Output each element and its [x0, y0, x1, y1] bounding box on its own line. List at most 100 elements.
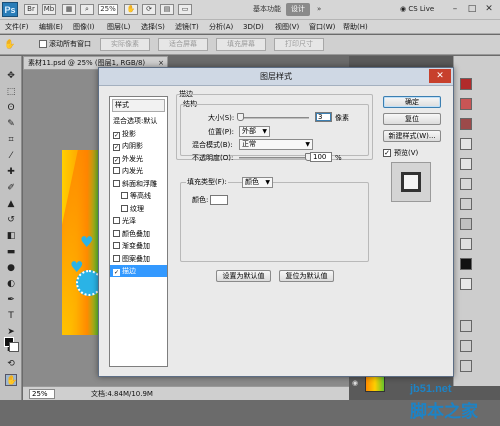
swatch[interactable]: [460, 258, 472, 270]
pen-tool-icon[interactable]: ✒: [5, 294, 17, 306]
bridge-icon[interactable]: Br: [24, 4, 38, 15]
style-item[interactable]: 混合选项:默认: [110, 115, 167, 127]
style-item[interactable]: 等高线: [110, 190, 167, 202]
healing-brush-tool-icon[interactable]: ✚: [5, 166, 17, 178]
rotate-view-icon[interactable]: ⟳: [142, 4, 156, 15]
gradient-tool-icon[interactable]: ▬: [5, 246, 17, 258]
style-checkbox[interactable]: ✓: [113, 269, 120, 276]
swatch[interactable]: [460, 320, 472, 332]
swatch[interactable]: [460, 158, 472, 170]
opacity-input[interactable]: 100: [310, 152, 332, 162]
menu-layer[interactable]: 图层(L): [107, 20, 130, 34]
fill-screen-button[interactable]: 填充屏幕: [216, 38, 266, 51]
hand-tool-preset-icon[interactable]: ✋: [4, 39, 16, 51]
actual-pixels-button[interactable]: 实际像素: [100, 38, 150, 51]
size-slider-thumb[interactable]: [237, 113, 245, 121]
preview-checkbox[interactable]: ✓: [383, 149, 391, 157]
scroll-all-windows-checkbox[interactable]: [39, 40, 47, 48]
swatch[interactable]: [460, 278, 472, 290]
marquee-tool-icon[interactable]: ⬚: [5, 86, 17, 98]
layer-visibility-eye-icon[interactable]: ◉: [352, 379, 358, 387]
style-checkbox[interactable]: ✓: [113, 144, 120, 151]
swatch[interactable]: [460, 340, 472, 352]
style-item[interactable]: ✓ 内阴影: [110, 140, 167, 152]
dodge-tool-icon[interactable]: ◐: [5, 278, 17, 290]
minibridge-icon[interactable]: Mb: [42, 4, 56, 15]
menu-file[interactable]: 文件(F): [5, 20, 29, 34]
close-app-button[interactable]: ✕: [482, 3, 496, 15]
size-input[interactable]: 3: [315, 112, 332, 122]
status-zoom-field[interactable]: 25%: [29, 389, 55, 399]
swatch[interactable]: [460, 198, 472, 210]
lasso-tool-icon[interactable]: ʘ: [5, 102, 17, 114]
maximize-button[interactable]: □: [465, 3, 479, 15]
style-checkbox[interactable]: ✓: [113, 131, 120, 139]
extras-icon[interactable]: ▦: [62, 4, 76, 15]
crop-tool-icon[interactable]: ⌗: [5, 134, 17, 146]
style-item[interactable]: 斜面和浮雕: [110, 178, 167, 190]
document-info[interactable]: 文档:4.84M/10.9M: [91, 387, 153, 401]
style-item[interactable]: ✓ 描边: [110, 265, 167, 277]
swatch[interactable]: [460, 98, 472, 110]
fill-type-select[interactable]: 颜色 ▼: [242, 177, 273, 188]
set-default-button[interactable]: 设置为默认值: [216, 270, 271, 282]
stroke-color-swatch[interactable]: [210, 195, 228, 205]
style-checkbox[interactable]: [113, 254, 120, 262]
swatch[interactable]: [460, 118, 472, 130]
dialog-close-button[interactable]: ✕: [429, 69, 451, 83]
reset-button[interactable]: 复位: [383, 113, 441, 125]
swatch[interactable]: [460, 138, 472, 150]
style-checkbox[interactable]: [121, 204, 128, 212]
style-checkbox[interactable]: [113, 217, 120, 224]
zoom-icon[interactable]: ⌕: [80, 4, 94, 15]
style-checkbox[interactable]: [113, 179, 120, 187]
style-item[interactable]: 内发光: [110, 165, 167, 177]
history-brush-tool-icon[interactable]: ↺: [5, 214, 17, 226]
layer-thumbnail[interactable]: [365, 376, 385, 392]
style-checkbox[interactable]: [113, 242, 120, 249]
workspace-basic[interactable]: 基本功能: [248, 3, 286, 16]
workspace-more[interactable]: »: [312, 3, 326, 16]
ok-button[interactable]: 确定: [383, 96, 441, 108]
brush-tool-icon[interactable]: ✐: [5, 182, 17, 194]
style-item[interactable]: 颜色叠加: [110, 228, 167, 240]
menu-3d[interactable]: 3D(D): [243, 20, 264, 34]
3d-rotate-tool-icon[interactable]: ⟲: [5, 358, 17, 370]
type-tool-icon[interactable]: T: [5, 310, 17, 322]
menu-image[interactable]: 图像(I): [73, 20, 95, 34]
swatch[interactable]: [460, 360, 472, 372]
menu-filter[interactable]: 滤镜(T): [175, 20, 199, 34]
style-item[interactable]: ✓ 投影: [110, 128, 167, 140]
swatch[interactable]: [460, 178, 472, 190]
style-checkbox[interactable]: [121, 192, 128, 199]
menu-analysis[interactable]: 分析(A): [209, 20, 233, 34]
menu-window[interactable]: 窗口(W): [309, 20, 335, 34]
background-color-swatch[interactable]: [9, 342, 19, 352]
styles-header[interactable]: 样式: [112, 99, 165, 112]
style-item[interactable]: 图案叠加: [110, 253, 167, 265]
eraser-tool-icon[interactable]: ◧: [5, 230, 17, 242]
eyedropper-tool-icon[interactable]: ⁄: [5, 150, 17, 162]
style-checkbox[interactable]: [113, 167, 120, 174]
zoom-level-select[interactable]: 25%: [98, 4, 118, 15]
menu-help[interactable]: 帮助(H): [343, 20, 368, 34]
arrange-documents-icon[interactable]: ▤: [160, 4, 174, 15]
swatch[interactable]: [460, 238, 472, 250]
style-item[interactable]: ✓ 外发光: [110, 153, 167, 165]
new-style-button[interactable]: 新建样式(W)...: [383, 130, 441, 142]
style-item[interactable]: 纹理: [110, 203, 167, 215]
move-tool-icon[interactable]: ✥: [5, 70, 17, 82]
style-item[interactable]: 光泽: [110, 215, 167, 227]
hand-tool-icon[interactable]: ✋: [5, 374, 17, 386]
quick-select-tool-icon[interactable]: ✎: [5, 118, 17, 130]
fit-screen-button[interactable]: 适合屏幕: [158, 38, 208, 51]
menu-edit[interactable]: 编辑(E): [39, 20, 63, 34]
swatch[interactable]: [460, 78, 472, 90]
style-checkbox[interactable]: ✓: [113, 156, 120, 164]
style-checkbox[interactable]: [113, 229, 120, 237]
workspace-design[interactable]: 设计: [286, 3, 310, 16]
menu-view[interactable]: 视图(V): [275, 20, 299, 34]
reset-default-button[interactable]: 复位为默认值: [279, 270, 334, 282]
blur-tool-icon[interactable]: ●: [5, 262, 17, 274]
menu-select[interactable]: 选择(S): [141, 20, 165, 34]
